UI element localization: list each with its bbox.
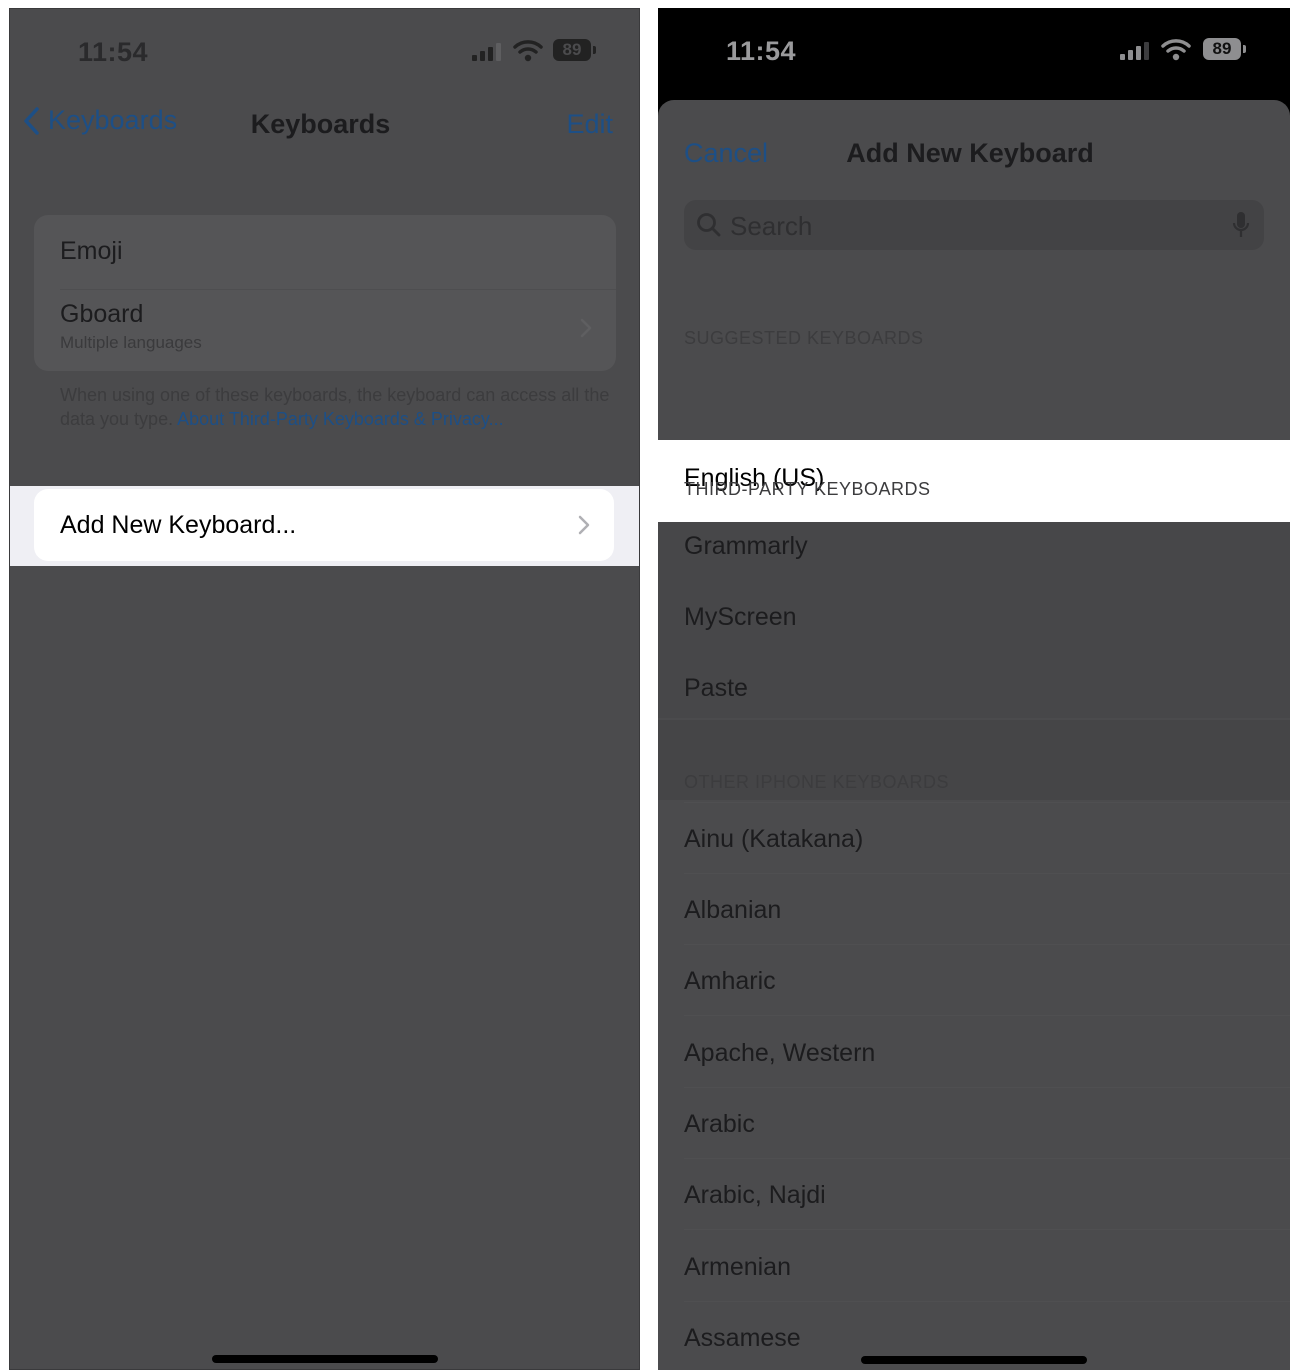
add-new-keyboard-label: Add New Keyboard... <box>60 511 297 539</box>
keyboard-option-myscreen[interactable]: MyScreen <box>684 603 1290 632</box>
section-header-third-party: THIRD-PARTY KEYBOARDS <box>684 479 931 499</box>
divider <box>684 1301 1290 1302</box>
wifi-icon <box>513 40 543 62</box>
add-new-keyboard-button[interactable]: Add New Keyboard... <box>34 489 614 561</box>
keyboard-option-paste[interactable]: Paste <box>684 674 1290 703</box>
navigation-bar: Keyboards Keyboards Edit <box>10 97 639 157</box>
divider <box>684 1015 1290 1016</box>
sheet-title: Add New Keyboard <box>846 138 1094 168</box>
keyboard-option-albanian[interactable]: Albanian <box>684 896 1290 925</box>
search-input[interactable]: Search <box>730 211 812 242</box>
divider <box>684 944 1290 945</box>
privacy-footnote: When using one of these keyboards, the k… <box>60 383 635 431</box>
divider <box>684 1087 1290 1088</box>
section-header-suggested: SUGGESTED KEYBOARDS <box>684 328 924 348</box>
chevron-right-icon <box>578 515 590 535</box>
keyboard-option-assamese[interactable]: Assamese <box>684 1324 1290 1353</box>
add-keyboard-sheet: Cancel Add New Keyboard Search SUGGESTED… <box>658 100 1290 1370</box>
divider <box>684 802 1290 803</box>
keyboard-item-title: Emoji <box>60 237 123 265</box>
microphone-icon[interactable] <box>1232 211 1250 239</box>
battery-icon: 89 <box>1203 38 1246 60</box>
keyboard-option-arabic[interactable]: Arabic <box>684 1110 1290 1139</box>
keyboard-item-emoji[interactable]: Emoji <box>60 237 616 266</box>
keyboard-item-gboard[interactable]: Gboard Multiple languages <box>60 300 616 353</box>
section-header-other: OTHER IPHONE KEYBOARDS <box>684 772 950 792</box>
status-bar: 11:54 89 <box>658 8 1290 88</box>
home-indicator[interactable] <box>212 1355 438 1363</box>
status-bar: 11:54 89 <box>10 9 639 89</box>
add-new-keyboard-screen: 11:54 89 Cancel Add New Keyboard Search <box>658 8 1290 1370</box>
divider <box>684 873 1290 874</box>
page-title: Keyboards <box>250 109 391 139</box>
keyboard-option-apache-western[interactable]: Apache, Western <box>684 1039 1290 1068</box>
privacy-link[interactable]: About Third-Party Keyboards & Privacy... <box>177 409 503 429</box>
divider <box>684 1158 1290 1159</box>
divider <box>684 1229 1290 1230</box>
battery-icon: 89 <box>553 39 596 61</box>
keyboard-option-grammarly[interactable]: Grammarly <box>684 532 1290 561</box>
divider <box>60 289 616 290</box>
keyboard-option-amharic[interactable]: Amharic <box>684 967 1290 996</box>
keyboard-option-armenian[interactable]: Armenian <box>684 1253 1290 1282</box>
keyboard-item-subtitle: Multiple languages <box>60 333 202 352</box>
keyboard-list: Emoji Gboard Multiple languages <box>34 215 616 371</box>
cellular-signal-icon <box>1120 42 1149 60</box>
status-time: 11:54 <box>726 36 797 66</box>
keyboard-item-title: Gboard <box>60 300 144 328</box>
edit-button[interactable]: Edit <box>566 109 613 140</box>
keyboard-option-ainu-katakana[interactable]: Ainu (Katakana) <box>684 825 1290 854</box>
keyboards-settings-screen: 11:54 89 Keyboards Keyboards Edit Emoji … <box>9 8 640 1370</box>
search-field[interactable]: Search <box>684 200 1264 250</box>
wifi-icon <box>1161 39 1191 61</box>
status-time: 11:54 <box>78 37 149 67</box>
home-indicator[interactable] <box>861 1356 1087 1364</box>
chevron-right-icon <box>580 318 592 338</box>
keyboard-option-arabic-najdi[interactable]: Arabic, Najdi <box>684 1181 1290 1210</box>
search-icon <box>697 213 721 237</box>
cellular-signal-icon <box>472 43 501 61</box>
